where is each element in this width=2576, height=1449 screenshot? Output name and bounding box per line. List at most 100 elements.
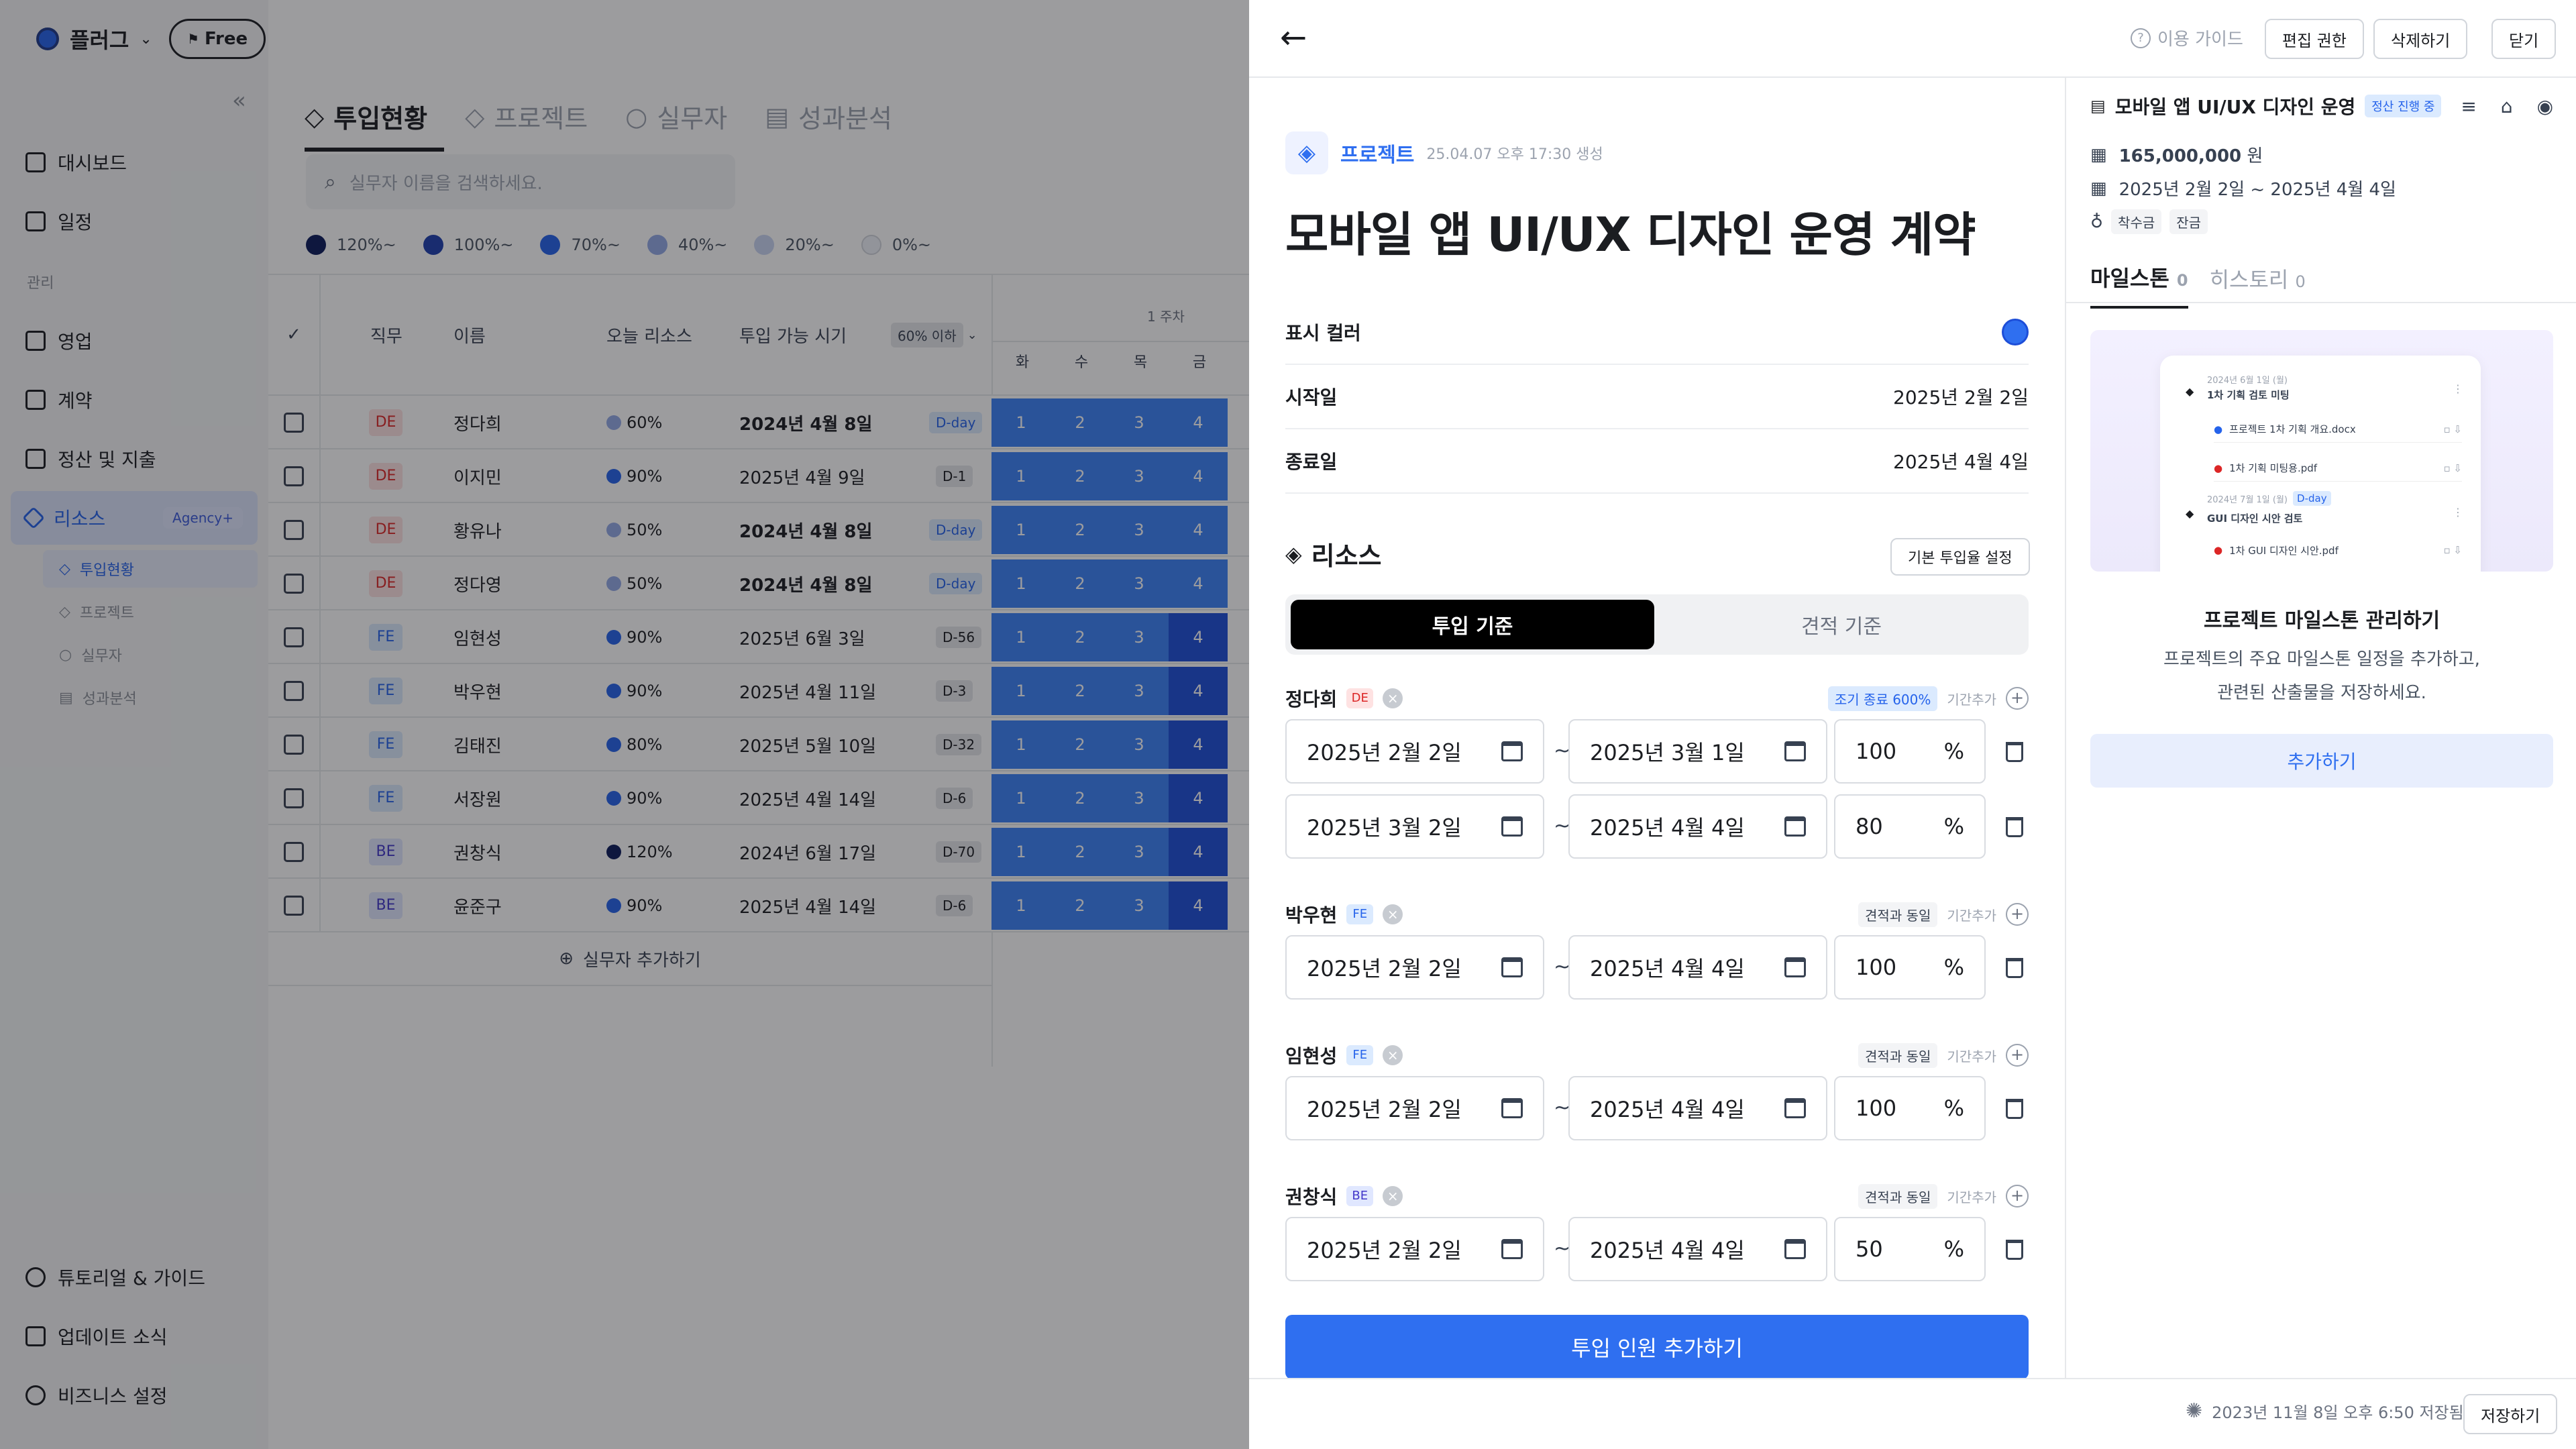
period-start-input[interactable]: 2025년 2월 2일 [1285, 1076, 1544, 1140]
trash-icon[interactable] [2006, 817, 2023, 837]
tab-label: 투입 기준 [1432, 615, 1513, 639]
background-app: 플러그 ⌄ ⚑ Free « 대시보드 일정 관리 영업 계약 정산 및 지출 [0, 0, 1249, 1449]
basis-toggle: 투입 기준 견적 기준 [1285, 594, 2029, 655]
preview-dday: D-day [2293, 491, 2331, 506]
trash-icon[interactable] [2006, 1099, 2023, 1119]
receipt-icon: ▦ [2090, 144, 2107, 165]
project-title[interactable]: 모바일 앱 UI/UX 디자인 운영 계약 [1285, 197, 1976, 265]
more-icon: ⋮ [2453, 506, 2463, 519]
trash-icon[interactable] [2006, 1240, 2023, 1260]
project-form: ◈ 프로젝트 25.04.07 오후 17:30 생성 모바일 앱 UI/UX … [1249, 78, 2065, 1378]
percent-unit: % [1943, 1095, 1964, 1121]
button-label: 추가하기 [2287, 751, 2357, 773]
calendar-icon [1501, 1239, 1523, 1259]
person-tag: 견적과 동일 [1858, 1183, 1938, 1209]
edit-permission-button[interactable]: 편집 권한 [2265, 19, 2364, 59]
modal-overlay[interactable] [0, 0, 1249, 1449]
add-period-label: 기간추가 [1947, 1048, 1996, 1065]
resource-title: 리소스 [1311, 541, 1382, 571]
period-end-input[interactable]: 2025년 4월 4일 [1568, 1076, 1827, 1140]
save-button[interactable]: 저장하기 [2463, 1394, 2558, 1434]
tab-label: 마일스톤 [2090, 266, 2169, 291]
trash-icon[interactable] [2006, 742, 2023, 762]
calendar-icon [1501, 1098, 1523, 1118]
period-end-input[interactable]: 2025년 4월 4일 [1568, 794, 1827, 859]
percent-input[interactable]: 50% [1834, 1217, 1986, 1281]
tab-count: 0 [2176, 271, 2188, 290]
tab-history[interactable]: 히스토리 0 [2210, 263, 2306, 307]
person-name: 권창식 [1285, 1186, 1338, 1208]
basis-input-tab[interactable]: 투입 기준 [1291, 600, 1654, 649]
back-arrow-icon[interactable]: ← [1280, 19, 1307, 56]
project-type-label: 프로젝트 [1340, 144, 1415, 167]
amount-value: 165,000,000 [2118, 146, 2242, 166]
payment-row: ♁ 착수금 잔금 [2090, 209, 2208, 234]
input-value: 100 [1856, 1095, 1897, 1121]
project-meta: ◈ 프로젝트 25.04.07 오후 17:30 생성 [1285, 131, 1603, 174]
tag-icon[interactable]: ⌂ [2501, 95, 2513, 117]
saved-time: 2023년 11월 8일 오후 6:50 저장됨 [2212, 1403, 2464, 1422]
remove-person-icon[interactable]: × [1383, 904, 1403, 924]
input-value: 2025년 3월 1일 [1590, 740, 1745, 765]
period-end-input[interactable]: 2025년 4월 4일 [1568, 1217, 1827, 1281]
person-tag: 견적과 동일 [1858, 1042, 1938, 1068]
add-milestone-button[interactable]: 추가하기 [2090, 734, 2553, 788]
input-value: 2025년 2월 2일 [1307, 1097, 1462, 1122]
preview-date: 2024년 7월 1일 (월) [2207, 494, 2288, 505]
color-swatch[interactable] [2002, 319, 2029, 345]
eye-icon[interactable]: ◉ [2537, 95, 2553, 117]
input-value: 2025년 2월 2일 [1307, 956, 1462, 981]
calendar-icon [1784, 957, 1806, 977]
button-label: 삭제하기 [2391, 31, 2451, 50]
filter-icon[interactable]: ≡ [2461, 95, 2476, 117]
calendar-icon: ▦ [2090, 178, 2107, 199]
person-name: 박우현 [1285, 904, 1338, 926]
add-member-button[interactable]: 투입 인원 추가하기 [1285, 1315, 2029, 1378]
period-start-input[interactable]: 2025년 2월 2일 [1285, 719, 1544, 784]
start-date-value[interactable]: 2025년 2월 2일 [1893, 383, 2029, 410]
remove-person-icon[interactable]: × [1383, 688, 1403, 708]
input-value: 50 [1856, 1236, 1883, 1262]
field-label: 시작일 [1285, 386, 1338, 409]
percent-input[interactable]: 100% [1834, 935, 1986, 1000]
diamond-icon: ◆ [2186, 507, 2194, 520]
close-button[interactable]: 닫기 [2491, 19, 2557, 59]
period-start-input[interactable]: 2025년 2월 2일 [1285, 1217, 1544, 1281]
panel-footer: ✺ 2023년 11월 8일 오후 6:50 저장됨 저장하기 [1249, 1378, 2576, 1449]
status-badge: 정산 진행 중 [2365, 95, 2442, 117]
percent-input[interactable]: 100% [1834, 719, 1986, 784]
default-rate-button[interactable]: 기본 투입율 설정 [1890, 538, 2030, 576]
payment-chip: 착수금 [2111, 209, 2162, 234]
remove-person-icon[interactable]: × [1383, 1186, 1403, 1206]
period-end-input[interactable]: 2025년 4월 4일 [1568, 935, 1827, 1000]
delete-button[interactable]: 삭제하기 [2373, 19, 2468, 59]
end-field: 종료일 2025년 4월 4일 [1285, 429, 2029, 494]
percent-input[interactable]: 100% [1834, 1076, 1986, 1140]
field-label: 종료일 [1285, 451, 1338, 473]
plus-icon[interactable]: + [2006, 903, 2029, 926]
percent-unit: % [1943, 1236, 1964, 1262]
empty-desc: 관련된 산출물을 저장하세요. [2217, 683, 2426, 703]
person-header: 박우현 FE × 견적과 동일 기간추가 + [1285, 898, 2029, 931]
end-date-value[interactable]: 2025년 4월 4일 [1893, 447, 2029, 474]
remove-person-icon[interactable]: × [1383, 1045, 1403, 1065]
person-tag: 견적과 동일 [1858, 902, 1938, 927]
period-start-input[interactable]: 2025년 2월 2일 [1285, 935, 1544, 1000]
role-badge: BE [1346, 1186, 1374, 1206]
period-row: 2025년 3월 2일 ~ 2025년 4월 4일 80% [1285, 794, 2029, 859]
plus-icon[interactable]: + [2006, 1044, 2029, 1067]
basis-estimate-tab[interactable]: 견적 기준 [1660, 600, 2023, 649]
preview-file-name: 1차 기획 미팅용.pdf [2229, 462, 2318, 474]
plus-icon[interactable]: + [2006, 1185, 2029, 1208]
preview-date: 2024년 6월 1일 (월) [2207, 376, 2288, 386]
preview-title: GUI 디자인 시안 검토 [2207, 513, 2303, 525]
period-end-input[interactable]: 2025년 3월 1일 [1568, 719, 1827, 784]
plus-icon[interactable]: + [2006, 687, 2029, 710]
trash-icon[interactable] [2006, 958, 2023, 978]
project-summary: ▤ 모바일 앱 UI/UX 디자인 운영 정산 진행 중 ≡ ⌂ ◉ ▦ 165… [2065, 78, 2576, 1378]
guide-link[interactable]: ? 이용 가이드 [2131, 25, 2243, 50]
period-start-input[interactable]: 2025년 3월 2일 [1285, 794, 1544, 859]
percent-input[interactable]: 80% [1834, 794, 1986, 859]
tab-milestone[interactable]: 마일스톤 0 [2090, 262, 2188, 309]
input-value: 2025년 4월 4일 [1590, 1097, 1745, 1122]
